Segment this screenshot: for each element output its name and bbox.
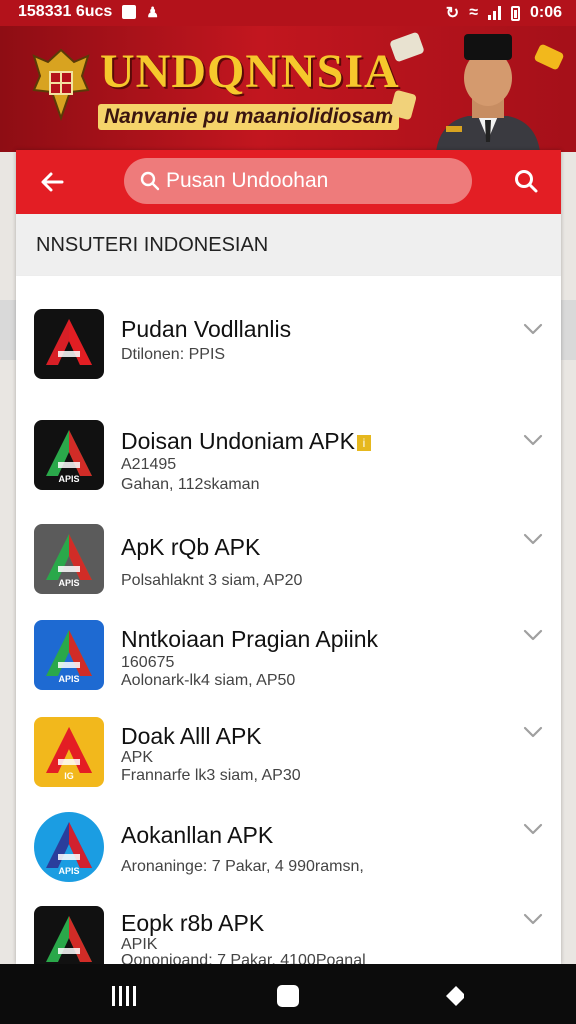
app-icon-label: APIS xyxy=(58,578,80,588)
status-text: 158331 6ucs xyxy=(18,3,113,20)
app-name: Nntkoiaan Pragian Apiink xyxy=(121,626,378,652)
back-button-icon[interactable] xyxy=(442,984,466,1008)
background-item xyxy=(561,300,576,360)
recent-apps-icon[interactable] xyxy=(110,986,140,1006)
garuda-emblem-icon xyxy=(32,48,90,122)
signal-icon xyxy=(487,6,501,20)
app-icon-label: APIS xyxy=(58,866,80,876)
app-icon xyxy=(34,906,104,964)
app-meta-secondary: Polsahlaknt 3 siam, AP20 xyxy=(121,572,303,589)
status-bar: 158331 6ucs ♟ ↻ ≈ 0:06 xyxy=(0,0,576,26)
app-list-item[interactable]: APIS Nntkoiaan Pragian Apiink 160675 Aolona… xyxy=(16,606,561,704)
app-title: Pudan Vodllanlis xyxy=(121,316,291,343)
back-arrow-icon[interactable] xyxy=(38,168,66,196)
app-title: Doak Alll APK xyxy=(121,723,262,750)
wifi-icon: ≈ xyxy=(469,4,478,21)
promo-banner[interactable]: UNDQNNSIA Nanvanie pu maaniolidiosam xyxy=(0,26,576,152)
app-icon: APIS xyxy=(34,524,104,594)
top-app-bar: Pusan Undoohan xyxy=(16,150,561,214)
app-meta-primary: 160675 xyxy=(121,654,175,671)
app-meta-secondary: Aronaninge: 7 Pakar, 4 990ramsn, xyxy=(121,858,364,875)
info-badge-icon: i xyxy=(356,434,371,451)
search-query: Pusan Undoohan xyxy=(166,169,329,192)
chevron-down-icon[interactable] xyxy=(523,433,543,447)
app-icon: APIS xyxy=(34,812,104,882)
banner-title: UNDQNNSIA xyxy=(100,45,400,98)
app-icon: APIS xyxy=(34,420,104,490)
chevron-down-icon[interactable] xyxy=(523,322,543,336)
app-title: Nntkoiaan Pragian Apiink xyxy=(121,626,378,653)
app-meta-secondary: Frannarfe lk3 siam, AP30 xyxy=(121,767,301,784)
chevron-down-icon[interactable] xyxy=(523,532,543,546)
app-meta-secondary: Oononioand: 7 Pakar, 4100Poanal xyxy=(121,952,366,964)
battery-icon xyxy=(510,5,520,21)
chevron-down-icon[interactable] xyxy=(523,725,543,739)
chevron-down-icon[interactable] xyxy=(523,822,543,836)
app-icon: APIS xyxy=(34,620,104,690)
app-list-panel: Pusan Undoohan NNSUTERI INDONESIAN Pudan… xyxy=(16,150,561,964)
app-meta-primary: Dtilonen: PPIS xyxy=(121,346,226,363)
app-icon-label: APIS xyxy=(58,474,80,484)
app-name: ApK rQb APK xyxy=(121,534,261,560)
app-icon xyxy=(34,309,104,379)
app-list-item[interactable]: IG Doak Alll APK APK Frannarfe lk3 siam, AP… xyxy=(16,703,561,801)
app-meta-secondary: Gahan, 112skaman xyxy=(121,476,260,493)
home-button-icon[interactable] xyxy=(277,985,299,1007)
banner-subtitle: Nanvanie pu maaniolidiosam xyxy=(98,104,400,130)
app-name: Doisan Undoniam APK xyxy=(121,428,355,454)
section-header: NNSUTERI INDONESIAN xyxy=(16,214,561,276)
app-list-item[interactable]: APIS Doisan Undoniam APK i A21495 Gahan, 112… xyxy=(16,400,561,511)
chevron-down-icon[interactable] xyxy=(523,912,543,926)
app-icon-label: IG xyxy=(64,771,74,781)
background-item xyxy=(0,300,16,360)
person-portrait-icon xyxy=(436,34,540,152)
app-title: Doisan Undoniam APK i xyxy=(121,428,371,455)
notification-icon xyxy=(122,5,137,19)
search-button-icon[interactable] xyxy=(513,168,539,194)
app-list-item[interactable]: APIS Aokanllan APK Aronaninge: 7 Pakar, 4 … xyxy=(16,800,561,895)
app-meta-secondary: Aolonark-lk4 siam, AP50 xyxy=(121,672,296,689)
app-icon: IG xyxy=(34,717,104,787)
app-title: ApK rQb APK xyxy=(121,534,260,561)
bird-decoration-icon xyxy=(389,31,425,63)
app-meta-primary: A21495 xyxy=(121,456,177,473)
app-list-item[interactable]: Eopk r8b APK APIK Oononioand: 7 Pakar, 410… xyxy=(16,894,561,964)
app-icon-label: APIS xyxy=(58,674,80,684)
user-icon: ♟ xyxy=(146,3,159,20)
app-list-item[interactable]: Pudan Vodllanlis Dtilonen: PPIS xyxy=(16,276,561,401)
status-time: 0:06 xyxy=(529,4,562,21)
app-title: Eopk r8b APK xyxy=(121,910,264,937)
system-nav-bar xyxy=(0,964,576,1024)
app-title: Aokanllan APK xyxy=(121,822,273,849)
app-name: Aokanllan APK xyxy=(121,822,274,848)
sync-icon: ↻ xyxy=(445,5,460,22)
app-name: Eopk r8b APK xyxy=(121,910,265,936)
app-meta-primary: APK xyxy=(121,749,154,766)
search-icon xyxy=(140,171,160,191)
search-input[interactable]: Pusan Undoohan xyxy=(124,158,472,204)
section-header-label: NNSUTERI INDONESIAN xyxy=(36,234,269,256)
chevron-down-icon[interactable] xyxy=(523,628,543,642)
app-list-item[interactable]: APIS ApK rQb APK Polsahlaknt 3 siam, AP20 xyxy=(16,510,561,607)
app-name: Doak Alll APK xyxy=(121,723,262,749)
app-name: Pudan Vodllanlis xyxy=(121,316,292,342)
